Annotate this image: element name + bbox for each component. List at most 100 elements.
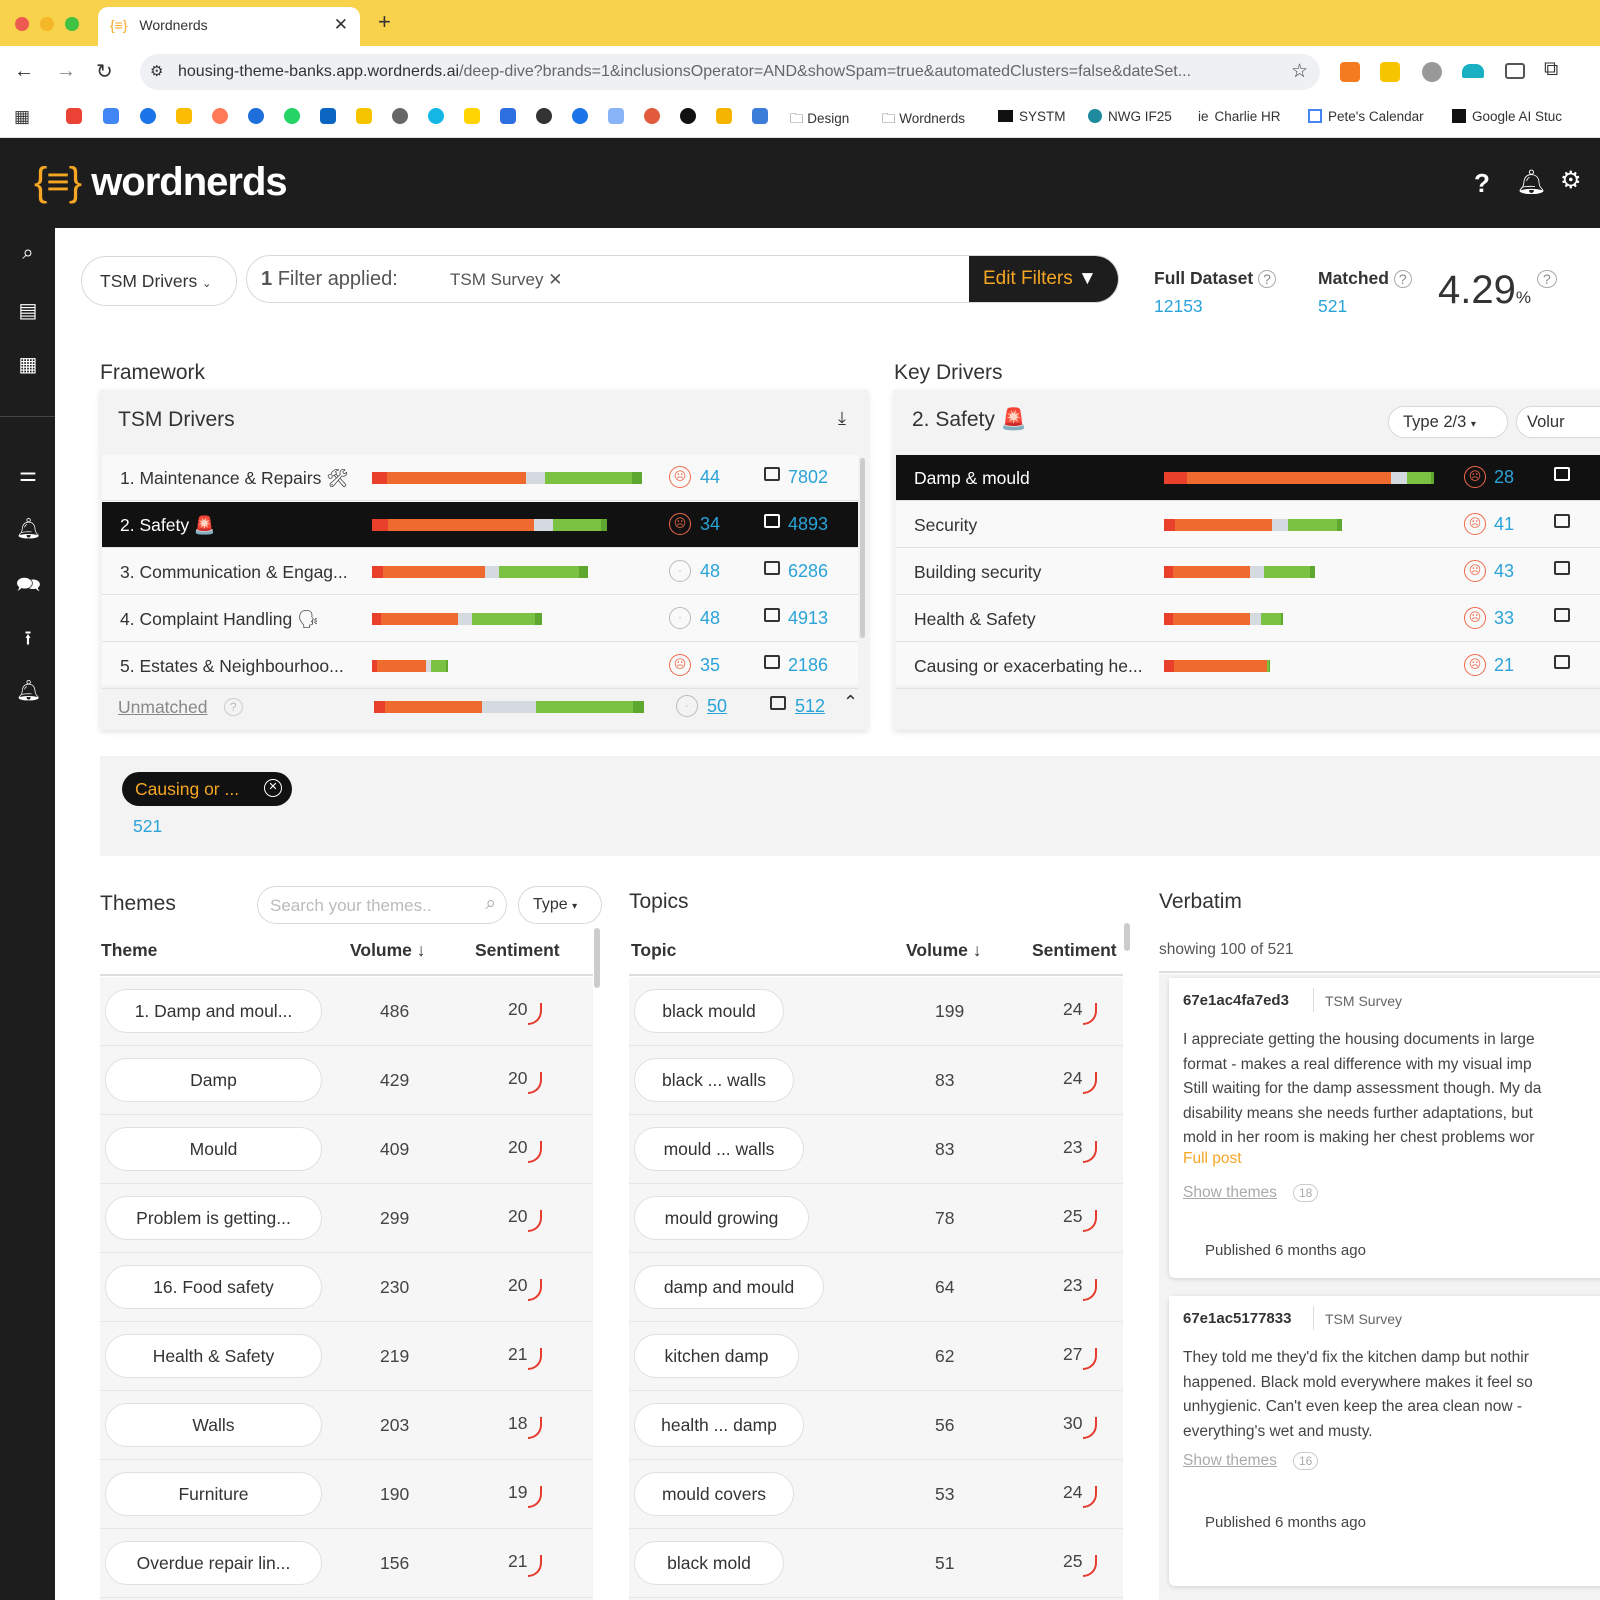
theme-row[interactable]: 16. Food safety 230 20 <box>100 1253 593 1322</box>
theme-pill[interactable]: Walls <box>105 1403 322 1447</box>
sou-bookmark-icon[interactable] <box>752 108 768 124</box>
cloud-extension-icon[interactable] <box>1462 64 1484 78</box>
topic-sentiment-header[interactable]: Sentiment <box>1032 940 1117 961</box>
full-post-link[interactable]: Full post <box>1183 1150 1242 1168</box>
bookmark-nwg[interactable]: NWG IF25 <box>1088 109 1172 124</box>
framework-scrollbar[interactable] <box>860 458 865 638</box>
grammarly-bookmark-icon[interactable] <box>572 108 588 124</box>
blocked-extension-icon[interactable] <box>1422 62 1442 82</box>
topic-volume-header[interactable]: Volume ↓ <box>906 940 982 961</box>
unmatched-label[interactable]: Unmatched <box>118 697 208 718</box>
theme-row[interactable]: Problem is getting... 299 20 <box>100 1184 593 1253</box>
theme-sentiment-header[interactable]: Sentiment <box>475 940 560 961</box>
bookmark-folder-wordnerds[interactable]: 🗀 Wordnerds <box>882 109 965 132</box>
help-icon[interactable]: ? <box>1474 168 1490 199</box>
bookmark-folder-design[interactable]: 🗀 Design <box>790 109 849 132</box>
reload-icon[interactable]: ↻ <box>96 59 113 84</box>
topics-scrollbar[interactable] <box>1124 923 1130 951</box>
topic-row[interactable]: kitchen damp 62 27 <box>629 1322 1123 1391</box>
framework-select[interactable]: TSM Drivers ⌄ <box>81 256 237 306</box>
framework-row[interactable]: 2. Safety 🚨 ☹ 34 4893 <box>102 502 858 548</box>
framework-row[interactable]: 1. Maintenance & Repairs 🛠 ☹ 44 7802 <box>102 455 858 501</box>
close-window-button[interactable] <box>15 17 29 31</box>
back-icon[interactable]: ← <box>14 60 34 83</box>
topic-row[interactable]: black ... walls 83 24 <box>629 1046 1123 1115</box>
sliders-icon[interactable]: ⚌ <box>16 462 40 486</box>
theme-pill[interactable]: Damp <box>105 1058 322 1102</box>
new-tab-icon[interactable]: + <box>378 9 391 35</box>
browser-tab[interactable]: {≡} Wordnerds ✕ <box>98 7 360 46</box>
framework-row[interactable]: 3. Communication & Engag... · 48 6286 <box>102 549 858 595</box>
bookmark-petes-calendar[interactable]: Pete's Calendar <box>1308 109 1424 124</box>
key-driver-row[interactable]: Health & Safety ☹ 33 <box>896 596 1600 642</box>
comment-count[interactable]: 6286 <box>788 561 828 582</box>
themes-scrollbar[interactable] <box>594 928 600 988</box>
topic-row[interactable]: mould covers 53 24 <box>629 1460 1123 1529</box>
sentiment-score[interactable]: 48 <box>700 561 720 582</box>
unmatched-info-icon[interactable]: ? <box>224 698 243 716</box>
selected-driver-chip[interactable]: Causing or ... ✕ <box>122 772 292 806</box>
topic-row[interactable]: mould ... walls 83 23 <box>629 1115 1123 1184</box>
framework-row[interactable]: 5. Estates & Neighbourhoo... ☹ 35 2186 <box>102 643 858 689</box>
bell-outline-icon[interactable]: 🔔︎ <box>16 678 41 702</box>
keep-bookmark-icon[interactable] <box>356 108 372 124</box>
collapse-chevron-up-icon[interactable]: ⌃ <box>843 692 858 713</box>
topic-pill[interactable]: health ... damp <box>634 1403 804 1447</box>
framework-row[interactable]: 4. Complaint Handling 🗣 · 48 4913 <box>102 596 858 642</box>
filter-chip[interactable]: TSM Survey ✕ <box>450 270 563 290</box>
cast-extension-icon[interactable] <box>1505 63 1525 79</box>
app-bookmark-icon[interactable] <box>500 108 516 124</box>
miro-bookmark-icon[interactable] <box>464 108 480 124</box>
topic-pill[interactable]: mould covers <box>634 1472 794 1516</box>
circle-bookmark-icon[interactable] <box>392 108 408 124</box>
sentiment-score[interactable]: 41 <box>1494 514 1514 535</box>
extensions-puzzle-icon[interactable]: ⧉ <box>1544 58 1558 81</box>
remove-chip-icon[interactable]: ✕ <box>264 779 282 797</box>
comment-count[interactable]: 7802 <box>788 467 828 488</box>
topic-row[interactable]: black mold 51 25 <box>629 1529 1123 1598</box>
key-driver-row[interactable]: Damp & mould ☹ 28 <box>896 455 1600 501</box>
site-settings-icon[interactable]: ⚙ <box>150 62 163 80</box>
topic-pill[interactable]: black mould <box>634 989 784 1033</box>
upload-icon[interactable]: ⭱ <box>16 624 40 650</box>
theme-row[interactable]: Walls 203 18 <box>100 1391 593 1460</box>
sentiment-score[interactable]: 21 <box>1494 655 1514 676</box>
topic-row[interactable]: mould growing 78 25 <box>629 1184 1123 1253</box>
themes-type-select[interactable]: Type ▾ <box>518 886 602 924</box>
settings-icon[interactable]: ⚙ <box>1560 166 1582 195</box>
wordnerds-logo[interactable]: {≡} wordnerds <box>34 160 288 205</box>
topic-pill[interactable]: mould ... walls <box>634 1127 804 1171</box>
theme-pill[interactable]: Furniture <box>105 1472 322 1516</box>
sentiment-score[interactable]: 28 <box>1494 467 1514 488</box>
theme-pill[interactable]: 16. Food safety <box>105 1265 322 1309</box>
globe-bookmark-icon[interactable] <box>428 108 444 124</box>
hubspot-extension-icon[interactable] <box>1340 62 1360 82</box>
calendar-bookmark-icon[interactable] <box>103 108 119 124</box>
theme-row[interactable]: 1. Damp and moul... 486 20 <box>100 977 593 1046</box>
theme-column-header[interactable]: Theme <box>101 940 157 961</box>
download-icon[interactable]: ⤓ <box>838 408 846 429</box>
topic-row[interactable]: health ... damp 56 30 <box>629 1391 1123 1460</box>
sentiment-score[interactable]: 48 <box>700 608 720 629</box>
drive-bookmark-icon[interactable] <box>176 108 192 124</box>
key-driver-row[interactable]: Causing or exacerbating he... ☹ 21 <box>896 643 1600 689</box>
topic-pill[interactable]: kitchen damp <box>634 1334 799 1378</box>
comment-count[interactable]: 4913 <box>788 608 828 629</box>
theme-pill[interactable]: Problem is getting... <box>105 1196 322 1240</box>
search-analysis-icon[interactable]: ⌕ <box>16 242 40 266</box>
address-bar[interactable]: ⚙ housing-theme-banks.app.wordnerds.ai/d… <box>140 54 1320 90</box>
sentiment-score[interactable]: 35 <box>700 655 720 676</box>
theme-pill[interactable]: Overdue repair lin... <box>105 1541 322 1585</box>
topic-row[interactable]: black mould 199 24 <box>629 977 1123 1046</box>
sentiment-score[interactable]: 33 <box>1494 608 1514 629</box>
key-driver-row[interactable]: Security ☹ 41 <box>896 502 1600 548</box>
sentiment-score[interactable]: 44 <box>700 467 720 488</box>
document-icon[interactable]: ▤ <box>16 298 40 322</box>
d-bookmark-icon[interactable] <box>536 108 552 124</box>
forward-icon[interactable]: → <box>56 60 76 83</box>
sentiment-score[interactable]: 34 <box>700 514 720 535</box>
minimize-window-button[interactable] <box>40 17 54 31</box>
comment-count[interactable]: 2186 <box>788 655 828 676</box>
maximize-window-button[interactable] <box>65 17 79 31</box>
topic-row[interactable]: damp and mould 64 23 <box>629 1253 1123 1322</box>
